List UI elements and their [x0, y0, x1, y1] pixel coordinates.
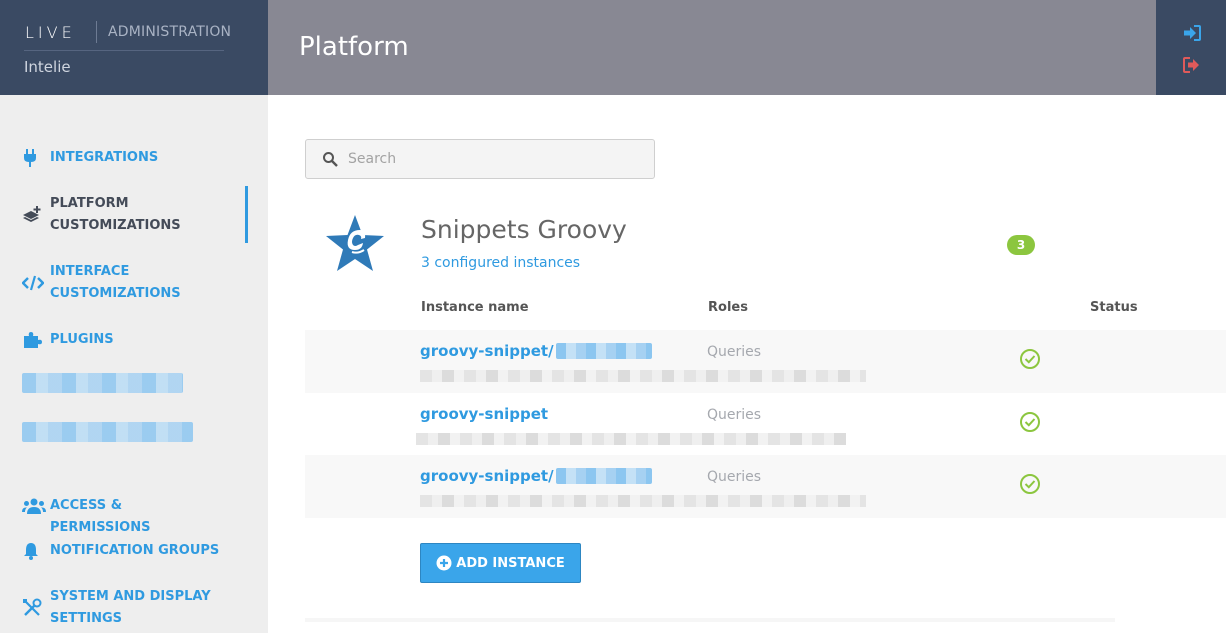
- plug-icon: [22, 147, 50, 169]
- table-row[interactable]: groovy-snippet/ Queries: [305, 330, 1226, 393]
- instance-count-badge: 3: [1007, 235, 1035, 255]
- bell-icon: [22, 540, 50, 562]
- organization-name: Intelie: [24, 58, 71, 76]
- redacted-instance-description: [416, 433, 846, 445]
- instance-name-link[interactable]: groovy-snippet/: [420, 467, 652, 485]
- page-title: Platform: [299, 32, 409, 62]
- sidebar: INTEGRATIONS PLATFORM CUSTOMIZATIONS INT…: [0, 95, 268, 633]
- header-tools: [1156, 0, 1226, 95]
- check-circle-icon: [1020, 412, 1040, 432]
- brand-underline: [24, 50, 224, 51]
- sidebar-item-label: PLUGINS: [50, 332, 114, 347]
- column-header-instance-name: Instance name: [421, 300, 529, 315]
- live-logo[interactable]: LIVE: [25, 23, 76, 42]
- instance-role: Queries: [707, 407, 762, 423]
- page-header: Platform: [268, 0, 1156, 95]
- plus-circle-icon: [436, 555, 452, 571]
- groovy-star-logo: [326, 215, 384, 271]
- sidebar-item-label: SYSTEM AND DISPLAY SETTINGS: [50, 589, 211, 626]
- redacted-instance-description: [420, 370, 866, 382]
- puzzle-icon: [22, 329, 50, 351]
- sidebar-item-label: PLATFORM CUSTOMIZATIONS: [50, 196, 181, 233]
- active-indicator: [245, 186, 248, 243]
- configured-instances-link[interactable]: 3 configured instances: [421, 255, 580, 271]
- redacted-instance-description: [420, 495, 866, 507]
- redacted-instance-suffix: [555, 343, 652, 359]
- redacted-sidebar-item[interactable]: [22, 422, 193, 442]
- sidebar-item-interface-customizations[interactable]: INTERFACE CUSTOMIZATIONS: [22, 261, 220, 305]
- check-circle-icon: [1020, 474, 1040, 494]
- brand-divider: [96, 21, 97, 43]
- check-circle-icon: [1020, 349, 1040, 369]
- table-row[interactable]: groovy-snippet Queries: [305, 393, 1226, 456]
- sidebar-item-label: INTEGRATIONS: [50, 150, 159, 165]
- code-icon: [22, 261, 50, 305]
- admin-label: ADMINISTRATION: [108, 24, 232, 40]
- sidebar-item-platform-customizations[interactable]: PLATFORM CUSTOMIZATIONS: [22, 193, 220, 237]
- column-header-status: Status: [1090, 300, 1138, 315]
- redacted-instance-suffix: [555, 468, 652, 484]
- tools-icon: [22, 586, 50, 630]
- sidebar-item-access-permissions[interactable]: ACCESS & PERMISSIONS: [22, 495, 220, 539]
- sidebar-item-label: ACCESS & PERMISSIONS: [50, 498, 151, 535]
- sidebar-item-plugins[interactable]: PLUGINS: [22, 329, 220, 351]
- layers-add-icon: [22, 193, 50, 237]
- sidebar-item-label: INTERFACE CUSTOMIZATIONS: [50, 264, 181, 301]
- search-icon: [323, 152, 338, 167]
- add-instance-button[interactable]: ADD INSTANCE: [420, 543, 581, 583]
- sign-in-icon[interactable]: [1183, 24, 1201, 42]
- instance-role: Queries: [707, 469, 762, 485]
- instance-name-link[interactable]: groovy-snippet/: [420, 342, 652, 360]
- search-input[interactable]: [348, 151, 638, 167]
- sidebar-item-notification-groups[interactable]: NOTIFICATION GROUPS: [22, 540, 220, 562]
- sidebar-item-integrations[interactable]: INTEGRATIONS: [22, 147, 220, 169]
- redacted-sidebar-item[interactable]: [22, 373, 183, 393]
- users-icon: [22, 495, 50, 517]
- search-box[interactable]: [305, 139, 655, 179]
- column-header-roles: Roles: [708, 300, 748, 315]
- brand-panel: LIVE ADMINISTRATION Intelie: [0, 0, 268, 95]
- plugin-title: Snippets Groovy: [421, 215, 627, 244]
- instance-name-link[interactable]: groovy-snippet: [420, 405, 548, 423]
- instance-name: groovy-snippet/: [420, 467, 554, 485]
- add-instance-label: ADD INSTANCE: [456, 555, 565, 571]
- table-row[interactable]: groovy-snippet/ Queries: [305, 455, 1226, 518]
- sign-out-icon[interactable]: [1183, 56, 1201, 74]
- instance-role: Queries: [707, 344, 762, 360]
- sidebar-item-label: NOTIFICATION GROUPS: [50, 543, 220, 558]
- instance-name: groovy-snippet: [420, 405, 549, 423]
- section-divider: [305, 618, 1115, 622]
- sidebar-item-system-display-settings[interactable]: SYSTEM AND DISPLAY SETTINGS: [22, 586, 220, 630]
- instance-name: groovy-snippet/: [420, 342, 554, 360]
